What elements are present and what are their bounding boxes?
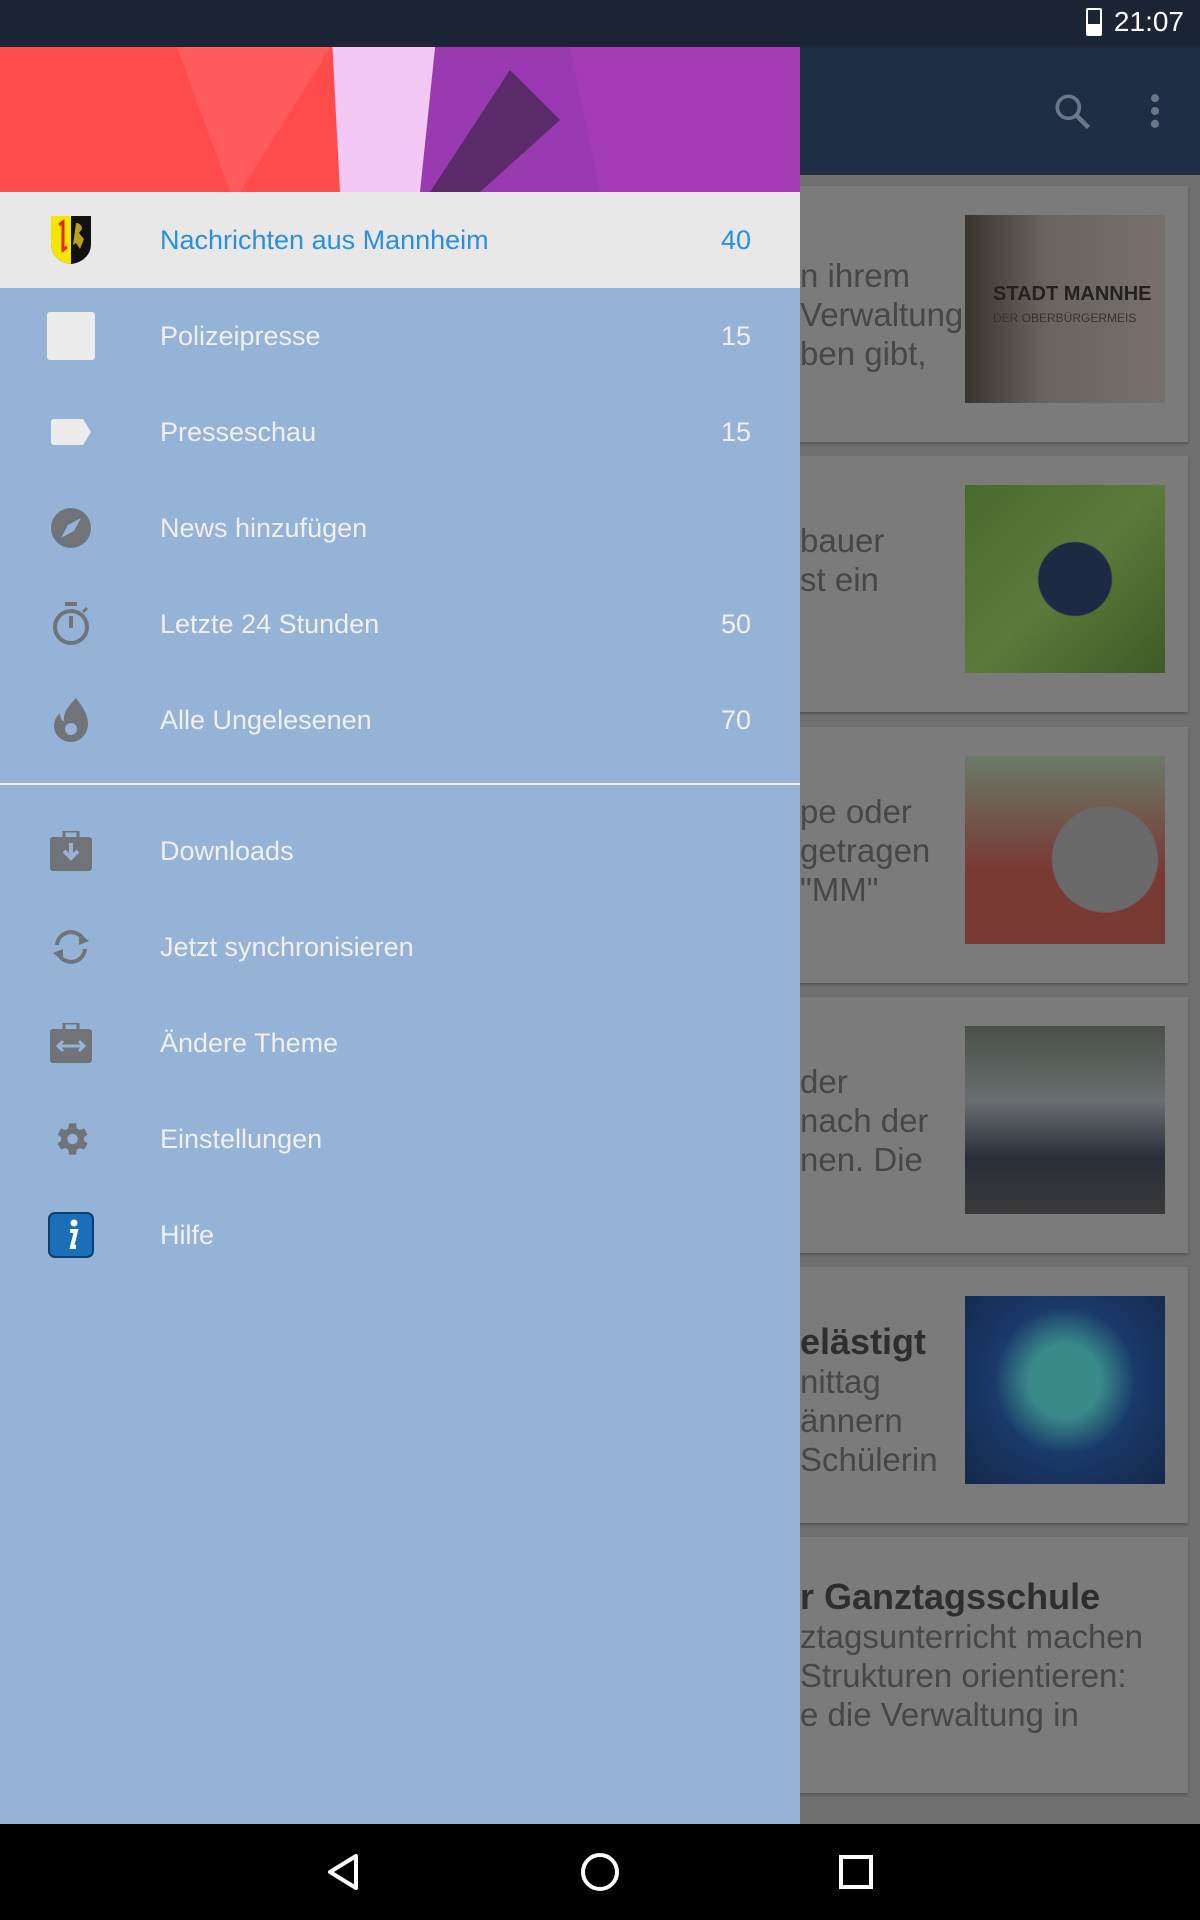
unread-count: 15 (720, 416, 751, 447)
card-text: n ihrem (800, 257, 911, 294)
card-text: "MM" (800, 871, 879, 908)
drawer-item-alle-ungelesenen[interactable]: Alle Ungelesenen 70 (0, 672, 800, 768)
drawer-item-jetzt-synchronisieren[interactable]: Jetzt synchronisieren (0, 899, 800, 995)
card-text: ben gibt, (800, 335, 927, 372)
card-title: elästigt (800, 1322, 927, 1362)
card-title: r Ganztagsschule (800, 1577, 1101, 1617)
drawer-item-einstellungen[interactable]: Einstellungen (0, 1091, 800, 1187)
card-text: nittag (800, 1363, 881, 1400)
mannheim-coat-of-arms-icon (47, 216, 95, 264)
news-thumbnail (965, 485, 1165, 673)
drawer-item-label: News hinzufügen (160, 512, 368, 543)
card-text: bauer (800, 522, 885, 559)
news-card[interactable]: pe oder getragen "MM" (780, 727, 1188, 983)
compass-icon (47, 504, 95, 552)
drawer-divider (0, 783, 800, 785)
more-vert-icon[interactable] (1140, 89, 1170, 133)
card-text: der (800, 1063, 848, 1100)
drawer-item-label: Letzte 24 Stunden (160, 608, 380, 639)
card-text: Schülerin (800, 1441, 938, 1478)
news-card[interactable]: der nach der nen. Die (780, 997, 1188, 1253)
thumbnail-caption: STADT MANNHE (993, 283, 1152, 305)
news-thumbnail (965, 1026, 1165, 1214)
drawer-item-downloads[interactable]: Downloads (0, 803, 800, 899)
drawer-item-label: Alle Ungelesenen (160, 704, 372, 735)
theme-switch-icon (47, 1019, 95, 1067)
system-navigation-bar (0, 1824, 1200, 1920)
news-thumbnail: STADT MANNHE DER OBERBÜRGERMEIS (965, 215, 1165, 403)
home-icon[interactable] (576, 1848, 624, 1896)
card-text: Verwaltung (800, 296, 964, 333)
stopwatch-icon (47, 600, 95, 648)
drawer-item-news-hinzufuegen[interactable]: News hinzufügen (0, 480, 800, 576)
card-text: ztagsunterricht machen (800, 1618, 1144, 1655)
recents-icon[interactable] (832, 1848, 880, 1896)
battery-icon (1085, 8, 1102, 36)
drawer-item-aendere-theme[interactable]: Ändere Theme (0, 995, 800, 1091)
drawer-item-label: Jetzt synchronisieren (160, 931, 414, 962)
drawer-item-label: Nachrichten aus Mannheim (160, 224, 489, 255)
info-icon (47, 1211, 95, 1259)
card-text: ännern (800, 1402, 903, 1439)
navigation-drawer: Nachrichten aus Mannheim 40 Polizeipress… (0, 0, 800, 1824)
drawer-item-presseschau[interactable]: Presseschau 15 (0, 384, 800, 480)
card-text: pe oder (800, 793, 912, 830)
status-bar: 21:07 (0, 0, 1200, 47)
news-card[interactable]: r Ganztagsschule ztagsunterricht machen St… (780, 1537, 1188, 1793)
drawer-item-polizeipresse[interactable]: Polizeipresse 15 (0, 288, 800, 384)
gear-icon (47, 1115, 95, 1163)
back-icon[interactable] (320, 1848, 368, 1896)
download-briefcase-icon (47, 827, 95, 875)
news-card[interactable]: elästigt nittag ännern Schülerin (780, 1267, 1188, 1523)
card-text: st ein (800, 561, 879, 598)
square-icon (47, 312, 95, 360)
clock: 21:07 (1113, 6, 1184, 37)
unread-count: 70 (720, 704, 751, 735)
news-card[interactable]: n ihrem Verwaltung ben gibt, STADT MANNHE … (780, 186, 1188, 442)
drawer-item-letzte-24-stunden[interactable]: Letzte 24 Stunden 50 (0, 576, 800, 672)
unread-count: 40 (720, 224, 751, 255)
unread-count: 15 (720, 320, 751, 351)
news-thumbnail (965, 1296, 1165, 1484)
flame-icon (47, 696, 95, 744)
drawer-item-label: Ändere Theme (160, 1027, 339, 1058)
drawer-item-label: Presseschau (160, 416, 317, 447)
thumbnail-caption: DER OBERBÜRGERMEIS (993, 311, 1137, 325)
news-thumbnail (965, 756, 1165, 944)
news-card[interactable]: bauer st ein (780, 456, 1188, 712)
card-text: nen. Die (800, 1141, 923, 1178)
search-icon[interactable] (1050, 89, 1094, 133)
drawer-item-label: Einstellungen (160, 1123, 323, 1154)
card-text: Strukturen orientieren: (800, 1657, 1127, 1694)
label-tag-icon (47, 408, 95, 456)
drawer-item-hilfe[interactable]: Hilfe (0, 1187, 800, 1283)
unread-count: 50 (720, 608, 751, 639)
sync-icon (47, 923, 95, 971)
card-text: e die Verwaltung in (800, 1696, 1079, 1733)
drawer-item-label: Hilfe (160, 1219, 215, 1250)
card-text: nach der (800, 1102, 929, 1139)
drawer-item-label: Polizeipresse (160, 320, 321, 351)
drawer-item-label: Downloads (160, 835, 294, 866)
card-text: getragen (800, 832, 931, 869)
drawer-item-nachrichten-aus-mannheim[interactable]: Nachrichten aus Mannheim 40 (0, 192, 800, 288)
